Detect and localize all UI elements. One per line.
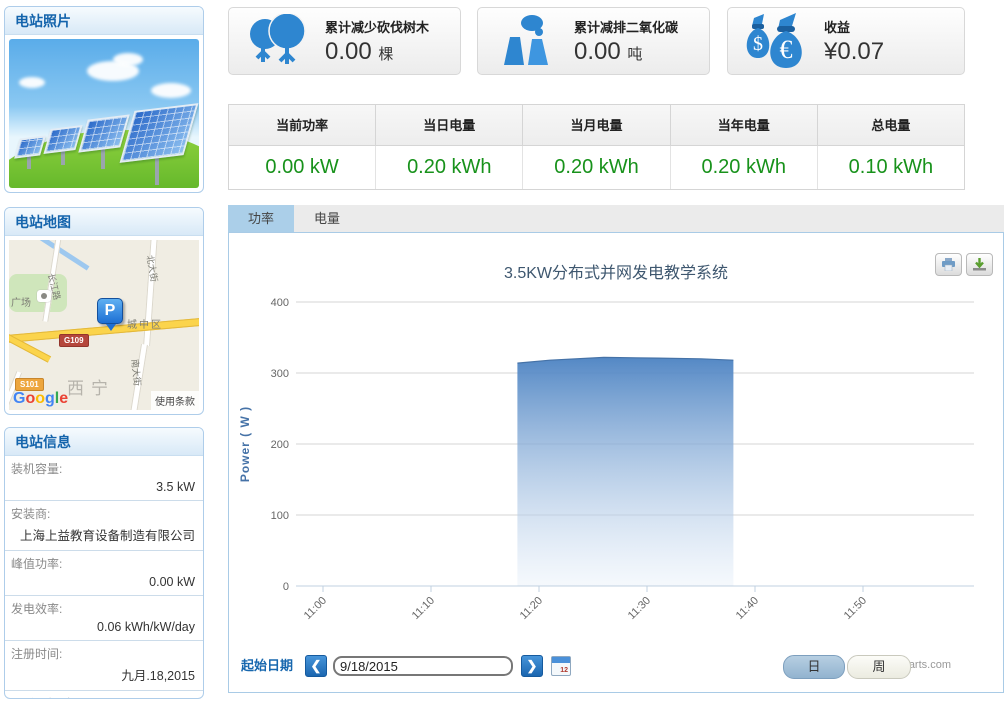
- stats-header: 总电量: [818, 105, 964, 146]
- station-photo: [9, 39, 199, 188]
- card-label: 收益: [824, 17, 884, 36]
- trees-icon: [229, 14, 325, 68]
- info-value: 0.00 kW: [11, 572, 197, 590]
- stats-value-row: 0.00 kW 0.20 kWh 0.20 kWh 0.20 kWh 0.10 …: [229, 146, 964, 189]
- x-tick-label: 11:20: [518, 595, 545, 622]
- info-label: 装机容量:: [11, 460, 197, 477]
- chart-controls: 起始日期 ❮ ❯ 12 Highcharts.com 日 周: [229, 653, 1003, 683]
- start-date-input[interactable]: [333, 656, 513, 676]
- info-value: 0.06 kWh/kW/day: [11, 617, 197, 635]
- cloud: [113, 53, 143, 66]
- map-river: [9, 240, 89, 271]
- svg-text:€: €: [780, 35, 793, 64]
- x-tick-label: 11:00: [302, 595, 329, 622]
- summary-card-trees: 累计减少砍伐树木 0.00 棵: [228, 7, 461, 75]
- place-label: 广场: [11, 294, 31, 309]
- info-label: 安装商:: [11, 505, 197, 522]
- factory-icon: [478, 13, 574, 69]
- info-row: 注册时间: 九月.18,2015: [5, 641, 203, 691]
- stats-header: 当年电量: [671, 105, 818, 146]
- google-logo[interactable]: Google: [13, 390, 68, 408]
- x-tick-label: 11:10: [410, 595, 437, 622]
- station-map-marker[interactable]: P: [97, 298, 123, 324]
- stats-header: 当月电量: [523, 105, 670, 146]
- card-label: 累计减排二氧化碳: [574, 17, 678, 36]
- card-value: 0.00: [325, 38, 372, 65]
- info-value: 上海上益教育设备制造有限公司: [11, 522, 197, 545]
- city-label: 西宁: [67, 374, 115, 399]
- card-unit: 棵: [378, 46, 393, 63]
- stats-header: 当日电量: [376, 105, 523, 146]
- power-area-chart: 0 100 200 300 400 11:00 11:10 11:20 11:3…: [229, 233, 1005, 649]
- y-tick-label: 400: [271, 297, 289, 309]
- stats-value: 0.20 kWh: [376, 146, 523, 189]
- stats-value: 0.00 kW: [229, 146, 376, 189]
- week-range-button[interactable]: 周: [847, 655, 911, 679]
- stats-header-row: 当前功率 当日电量 当月电量 当年电量 总电量: [229, 105, 964, 146]
- start-date-label: 起始日期: [241, 653, 293, 679]
- x-tick-label: 11:50: [842, 595, 869, 622]
- panel-pole: [101, 147, 105, 169]
- next-date-button[interactable]: ❯: [521, 655, 543, 677]
- y-tick-label: 200: [271, 439, 289, 451]
- info-label: 注册时间:: [11, 645, 197, 662]
- tab-energy[interactable]: 电量: [294, 205, 360, 232]
- info-label: 峰值功率:: [11, 555, 197, 572]
- stats-value: 0.20 kWh: [671, 146, 818, 189]
- info-row: 最后更新时间: 九月.18 11:27,GMT +8,2015: [5, 691, 203, 699]
- day-range-button[interactable]: 日: [783, 655, 845, 679]
- y-tick-label: 0: [283, 581, 289, 593]
- stats-value: 0.10 kWh: [818, 146, 964, 189]
- info-value: 九月.18,2015: [11, 662, 197, 685]
- area-series: [517, 357, 733, 586]
- calendar-icon[interactable]: 12: [551, 656, 571, 676]
- info-label: 发电效率:: [11, 600, 197, 617]
- info-label: 最后更新时间:: [11, 695, 197, 699]
- svg-text:$: $: [753, 33, 763, 55]
- stats-value: 0.20 kWh: [523, 146, 670, 189]
- stats-table: 当前功率 当日电量 当月电量 当年电量 总电量 0.00 kW 0.20 kWh…: [228, 104, 965, 190]
- chart-panel: 3.5KW分布式并网发电教学系统: [228, 232, 1004, 693]
- card-value: 0.00: [574, 38, 621, 65]
- photo-panel: 电站照片: [4, 6, 204, 193]
- map-panel: 电站地图 G109 S101 长江路 北大街 城中区 南大街 广场 西宁 P G…: [4, 207, 204, 415]
- info-row: 安装商: 上海上益教育设备制造有限公司: [5, 501, 203, 551]
- photo-panel-title: 电站照片: [5, 7, 203, 35]
- road-badge-g109: G109: [59, 334, 89, 347]
- map-terms-link[interactable]: 使用条款: [151, 391, 199, 410]
- street-label: 南大街: [129, 358, 145, 386]
- x-tick-label: 11:40: [734, 595, 761, 622]
- info-value: 3.5 kW: [11, 477, 197, 495]
- info-panel: 电站信息 装机容量: 3.5 kW 安装商: 上海上益教育设备制造有限公司 峰值…: [4, 427, 204, 699]
- card-label: 累计减少砍伐树木: [325, 17, 429, 36]
- tab-power[interactable]: 功率: [228, 205, 294, 232]
- y-tick-label: 300: [271, 368, 289, 380]
- summary-card-revenue: $ € 收益 ¥0.07: [727, 7, 965, 75]
- card-value: ¥0.07: [824, 38, 884, 65]
- camera-poi-icon: [37, 290, 51, 302]
- info-panel-title: 电站信息: [5, 428, 203, 456]
- map-panel-title: 电站地图: [5, 208, 203, 236]
- card-unit: 吨: [627, 46, 642, 63]
- info-row: 发电效率: 0.06 kWh/kW/day: [5, 596, 203, 641]
- cloud: [19, 77, 45, 88]
- y-axis-title: Power ( W ): [238, 406, 252, 482]
- x-tick-label: 11:30: [626, 595, 653, 622]
- station-map[interactable]: G109 S101 长江路 北大街 城中区 南大街 广场 西宁 P Google…: [9, 240, 199, 410]
- moneybags-icon: $ €: [728, 12, 824, 70]
- panel-pole: [155, 155, 159, 185]
- summary-card-co2: 累计减排二氧化碳 0.00 吨: [477, 7, 710, 75]
- panel-pole: [27, 155, 31, 169]
- y-tick-label: 100: [271, 510, 289, 522]
- chart-tabbar: 功率 电量: [228, 205, 1004, 232]
- street-label: 北大街: [144, 254, 161, 283]
- info-row: 峰值功率: 0.00 kW: [5, 551, 203, 596]
- stats-header: 当前功率: [229, 105, 376, 146]
- info-row: 装机容量: 3.5 kW: [5, 456, 203, 501]
- prev-date-button[interactable]: ❮: [305, 655, 327, 677]
- cloud: [151, 83, 191, 98]
- district-label: 城中区: [127, 316, 163, 331]
